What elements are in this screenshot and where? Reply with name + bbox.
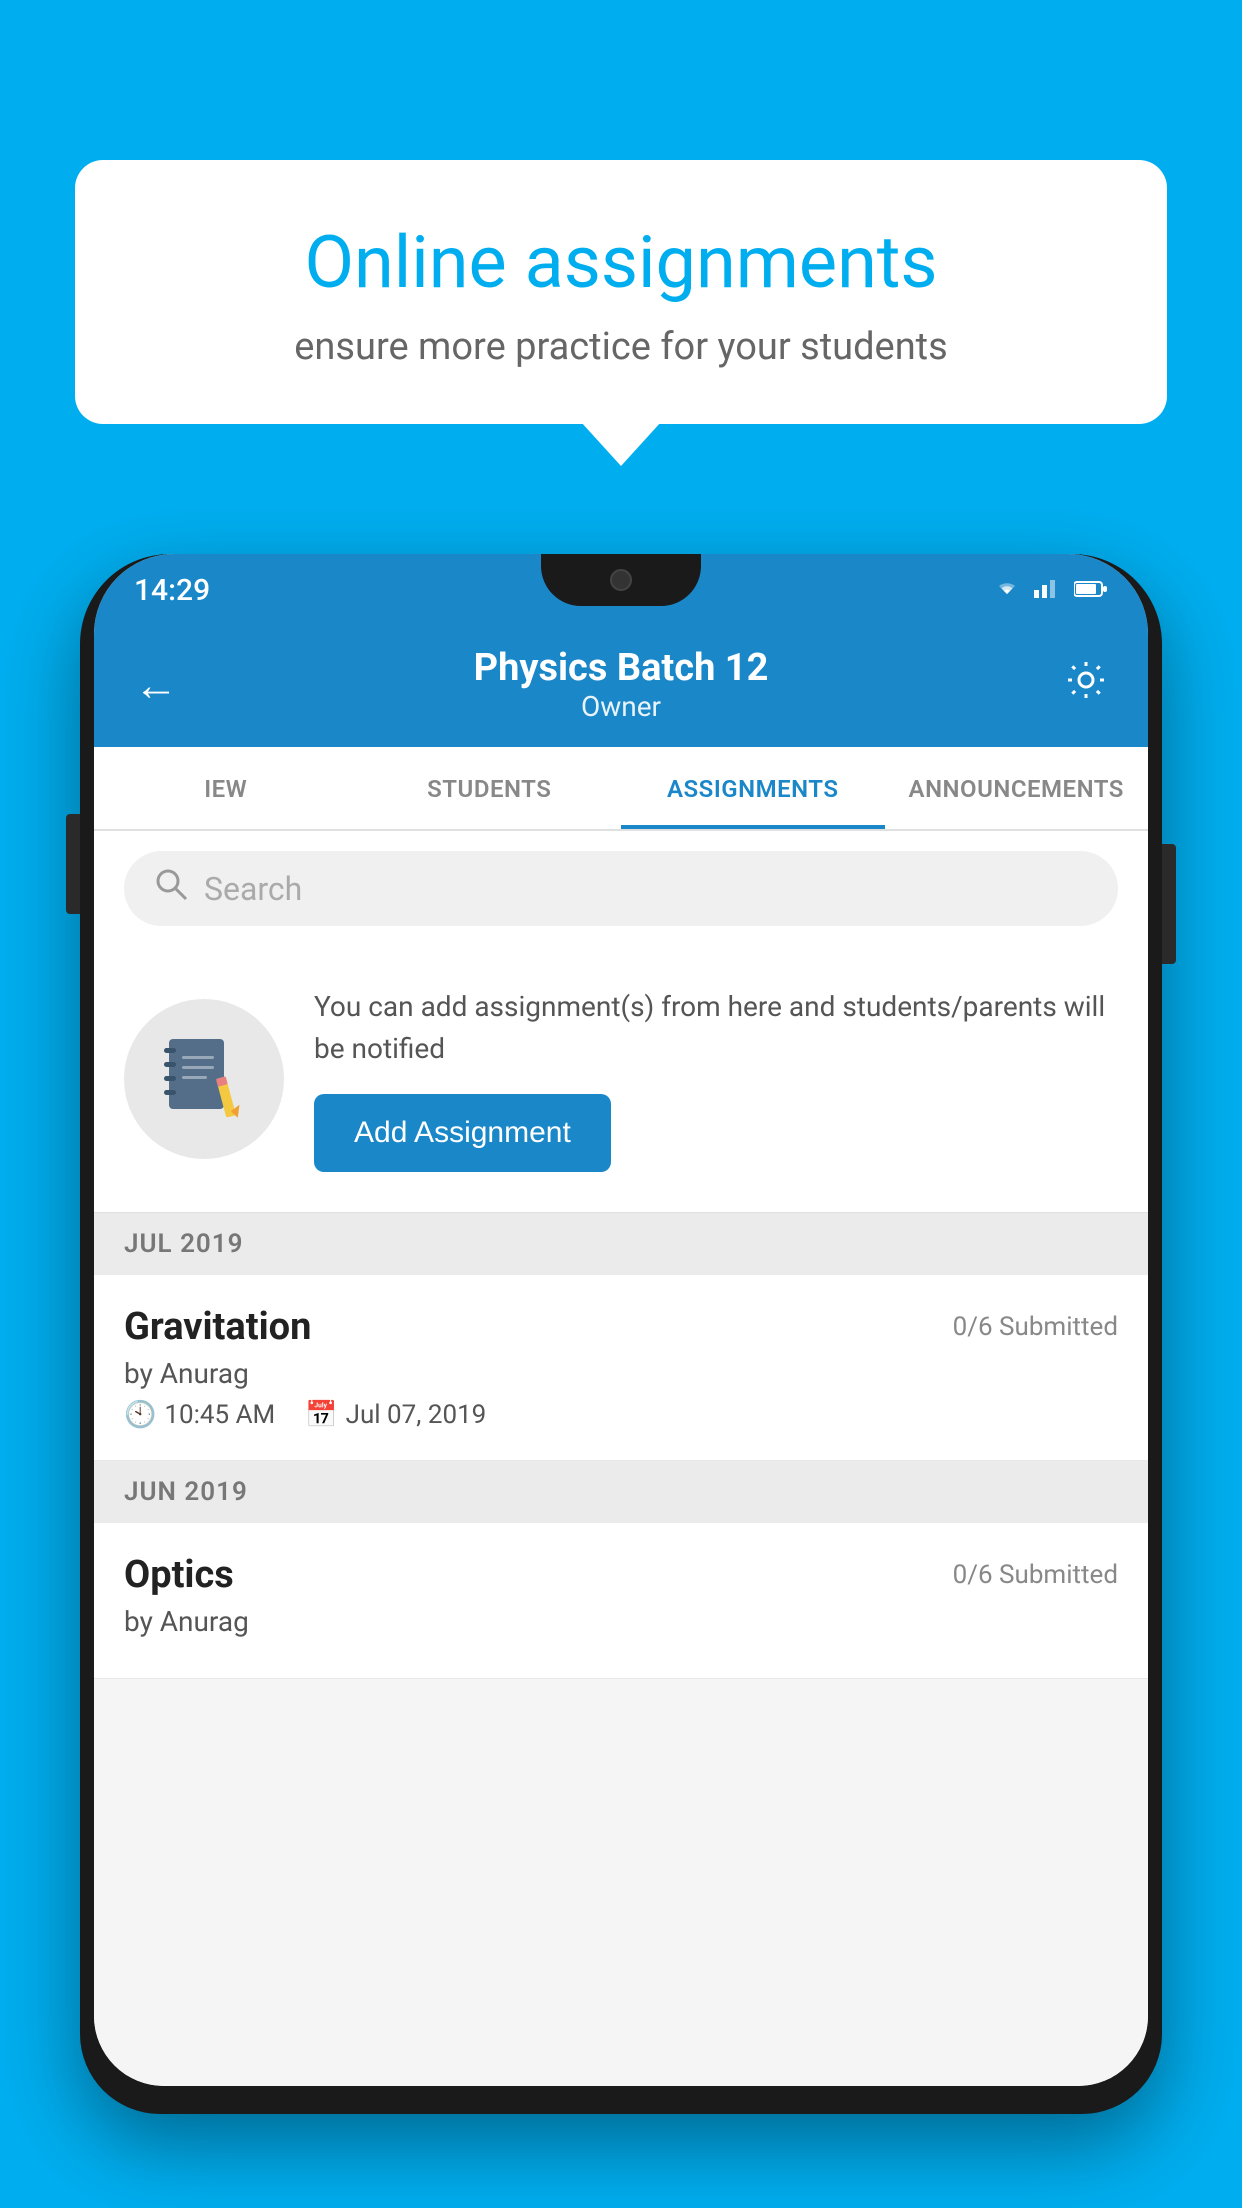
status-time: 14:29 <box>134 573 210 608</box>
assignment-meta-gravitation: 🕙 10:45 AM 📅 Jul 07, 2019 <box>124 1400 1118 1430</box>
assignment-name-optics: Optics <box>124 1553 234 1597</box>
speech-bubble: Online assignments ensure more practice … <box>75 160 1167 424</box>
header-center: Physics Batch 12 Owner <box>474 646 769 723</box>
search-bar[interactable]: Search <box>124 851 1118 926</box>
search-bar-container: Search <box>94 831 1148 946</box>
back-button[interactable]: ← <box>134 659 178 711</box>
phone-outer: 14:29 <box>80 554 1162 2114</box>
search-placeholder-text: Search <box>204 870 302 908</box>
phone-mockup: 14:29 <box>80 540 1162 2208</box>
section-jun-2019: JUN 2019 <box>94 1461 1148 1523</box>
tab-announcements[interactable]: ANNOUNCEMENTS <box>885 747 1149 829</box>
add-assignment-button[interactable]: Add Assignment <box>314 1094 611 1172</box>
phone-notch <box>541 554 701 606</box>
meta-date-gravitation: 📅 Jul 07, 2019 <box>305 1400 486 1430</box>
search-icon <box>154 867 188 910</box>
section-jul-2019: JUL 2019 <box>94 1213 1148 1275</box>
app-header: ← Physics Batch 12 Owner <box>94 626 1148 747</box>
tab-assignments[interactable]: ASSIGNMENTS <box>621 747 885 829</box>
screen-content: Search <box>94 831 1148 2086</box>
assignment-name-gravitation: Gravitation <box>124 1305 311 1349</box>
notebook-icon <box>164 1034 244 1124</box>
assignment-row1-optics: Optics 0/6 Submitted <box>124 1553 1118 1597</box>
calendar-icon: 📅 <box>305 1400 337 1430</box>
assignment-item-gravitation[interactable]: Gravitation 0/6 Submitted by Anurag 🕙 10… <box>94 1275 1148 1461</box>
assignment-by-optics: by Anurag <box>124 1605 1118 1638</box>
assignment-submitted-optics: 0/6 Submitted <box>953 1560 1118 1590</box>
clock-icon: 🕙 <box>124 1400 156 1430</box>
phone-inner: 14:29 <box>94 554 1148 2086</box>
speech-bubble-container: Online assignments ensure more practice … <box>75 160 1167 424</box>
phone-camera <box>610 569 632 591</box>
tab-students[interactable]: STUDENTS <box>358 747 622 829</box>
tab-iew[interactable]: IEW <box>94 747 358 829</box>
assignment-by-gravitation: by Anurag <box>124 1357 1118 1390</box>
header-title: Physics Batch 12 <box>474 646 769 690</box>
assignment-item-optics[interactable]: Optics 0/6 Submitted by Anurag <box>94 1523 1148 1679</box>
header-subtitle: Owner <box>474 690 769 723</box>
assignment-row1: Gravitation 0/6 Submitted <box>124 1305 1118 1349</box>
speech-bubble-title: Online assignments <box>145 220 1097 305</box>
promo-icon-circle <box>124 999 284 1159</box>
tabs-bar: IEW STUDENTS ASSIGNMENTS ANNOUNCEMENTS <box>94 747 1148 831</box>
wifi-icon <box>992 575 1022 605</box>
status-icons <box>992 575 1108 605</box>
assignment-promo: You can add assignment(s) from here and … <box>94 946 1148 1213</box>
meta-time-gravitation: 🕙 10:45 AM <box>124 1400 275 1430</box>
battery-icon <box>1074 575 1108 605</box>
promo-content: You can add assignment(s) from here and … <box>314 986 1118 1172</box>
signal-icon <box>1034 575 1062 605</box>
promo-text: You can add assignment(s) from here and … <box>314 986 1118 1070</box>
settings-button[interactable] <box>1064 658 1108 712</box>
speech-bubble-subtitle: ensure more practice for your students <box>145 325 1097 369</box>
assignment-submitted-gravitation: 0/6 Submitted <box>953 1312 1118 1342</box>
